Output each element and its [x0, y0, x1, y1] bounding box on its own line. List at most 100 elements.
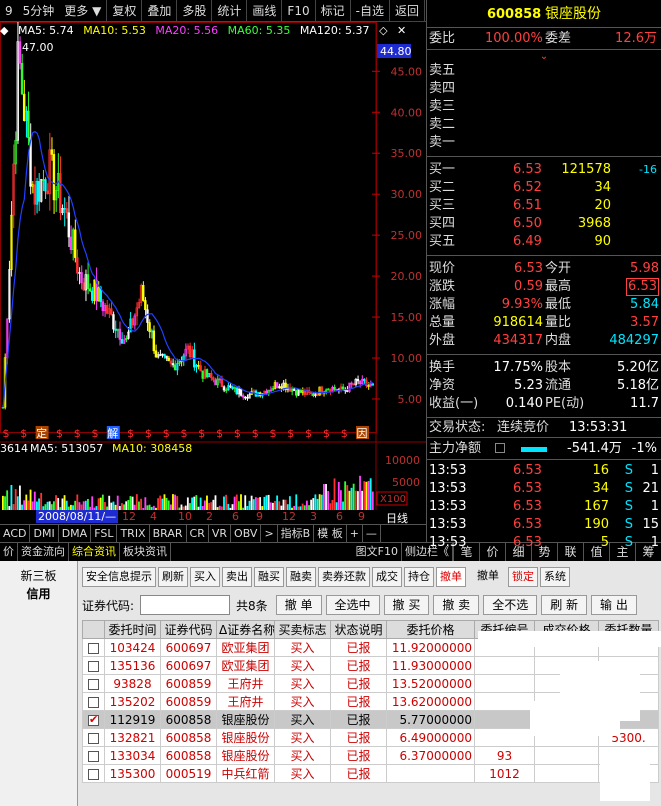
margin-sell-button[interactable]: 融卖: [286, 567, 316, 587]
f10-button[interactable]: F10: [282, 0, 316, 22]
buy-level-row[interactable]: 买四 6.50 3968: [427, 215, 661, 233]
buy-level-row[interactable]: 买三 6.51 20: [427, 197, 661, 215]
more-button[interactable]: 更多 ▼: [59, 0, 108, 22]
sell-button[interactable]: 卖出: [222, 567, 252, 587]
column-header[interactable]: 买卖标志: [274, 620, 331, 639]
row-checkbox[interactable]: [88, 750, 99, 762]
row-checkbox[interactable]: [88, 660, 99, 672]
row-checkbox-cell[interactable]: [82, 764, 105, 783]
row-checkbox-cell[interactable]: [82, 656, 105, 675]
tab-f10[interactable]: 图文F10: [353, 542, 402, 561]
tick-price: 6.53: [513, 517, 542, 532]
tab-credit[interactable]: 信用: [0, 585, 77, 603]
column-header[interactable]: 委托价格: [386, 620, 475, 639]
cancel-button[interactable]: 撤 单: [275, 595, 322, 615]
tab-price[interactable]: 价: [0, 542, 18, 561]
indicator-tab[interactable]: DMA: [59, 524, 92, 543]
column-header[interactable]: Δ证券名称: [216, 620, 275, 639]
volume-bar: [223, 496, 225, 510]
draw-line-button[interactable]: 画线: [247, 0, 283, 22]
tab-news[interactable]: 综合资讯: [69, 542, 120, 561]
row-checkbox-cell[interactable]: [82, 692, 105, 711]
indicator-tab[interactable]: +: [347, 524, 363, 543]
indicator-tab[interactable]: ACD: [0, 524, 31, 543]
cancel-buy-button[interactable]: 撤 买: [383, 595, 430, 615]
export-button[interactable]: 输 出: [591, 595, 637, 615]
indicator-tab[interactable]: OBV: [231, 524, 262, 543]
row-checkbox-cell[interactable]: [82, 728, 105, 747]
close-icon[interactable]: ✕: [397, 24, 406, 37]
row-checkbox[interactable]: [88, 732, 99, 744]
mark-button[interactable]: 标记: [316, 0, 351, 22]
row-checkbox-cell[interactable]: [82, 638, 105, 657]
kline-svg[interactable]: 45.00 40.00 35.00 30.00 25.00 20.00 15.00 10.00…: [0, 20, 426, 510]
row-checkbox[interactable]: [88, 696, 99, 708]
row-checkbox[interactable]: [88, 768, 99, 780]
sell-level-row[interactable]: 卖五: [427, 62, 661, 80]
tab-neeq[interactable]: 新三板: [0, 567, 77, 585]
period-selector[interactable]: 5分钟: [18, 0, 60, 22]
column-header[interactable]: 委托时间: [104, 620, 161, 639]
indicator-tab[interactable]: BRAR: [150, 524, 187, 543]
row-checkbox-cell[interactable]: [82, 674, 105, 693]
column-header[interactable]: 证券代码: [160, 620, 217, 639]
indicator-tab[interactable]: >: [261, 524, 278, 543]
statistics-button[interactable]: 统计: [212, 0, 248, 22]
sell-level-row[interactable]: 卖三: [427, 98, 661, 116]
tab-fund-flow[interactable]: 资金流向: [18, 542, 69, 561]
remove-favorite-button[interactable]: -自选: [351, 0, 390, 22]
indicator-tab[interactable]: FSL: [91, 524, 118, 543]
row-checkbox-cell[interactable]: [82, 710, 105, 729]
menu-icon[interactable]: [495, 443, 505, 453]
margin-buy-button[interactable]: 融买: [254, 567, 284, 587]
kline-chart[interactable]: 45.00 40.00 35.00 30.00 25.00 20.00 15.00 10.00…: [0, 20, 426, 510]
row-checkbox[interactable]: [88, 678, 99, 690]
positions-button[interactable]: 持仓: [404, 567, 434, 587]
system-button[interactable]: 系统: [540, 567, 570, 587]
refresh-list-button[interactable]: 刷 新: [541, 595, 588, 615]
select-all-button[interactable]: 全选中: [325, 595, 380, 615]
indicator-tab[interactable]: CR: [187, 524, 209, 543]
fuquan-button[interactable]: 复权: [107, 0, 143, 22]
volume-bar: [267, 494, 270, 510]
cancel-sell-button[interactable]: 撤 卖: [433, 595, 480, 615]
tab-sector-news[interactable]: 板块资讯: [120, 542, 171, 561]
security-info-button[interactable]: 安全信息提示: [82, 567, 156, 587]
sell-repay-button[interactable]: 卖券还款: [318, 567, 370, 587]
sell-level-row[interactable]: 卖一: [427, 134, 661, 152]
buy-button[interactable]: 买入: [190, 567, 220, 587]
indicator-tab[interactable]: TRIX: [117, 524, 150, 543]
back-button[interactable]: 返回: [390, 0, 425, 22]
volume-bar: [312, 498, 315, 510]
table-row[interactable]: 133034 600858 银座股份 买入 已报 6.37000000 93: [82, 746, 659, 765]
column-header[interactable]: [82, 620, 105, 639]
multi-stock-button[interactable]: 多股: [177, 0, 213, 22]
indicator-tab[interactable]: 指标B: [278, 524, 315, 543]
row-checkbox-cell[interactable]: [82, 746, 105, 765]
security-code-input[interactable]: [140, 595, 231, 615]
buy-level-row[interactable]: 买一 6.53 121578 -16: [427, 161, 661, 179]
net-flow-pct: -1%: [631, 441, 657, 456]
candle-body: [69, 236, 73, 250]
cancel-order-tab[interactable]: 撤单: [436, 567, 466, 587]
candle-body: [112, 314, 115, 330]
column-header[interactable]: 状态说明: [330, 620, 387, 639]
overlay-button[interactable]: 叠加: [142, 0, 178, 22]
indicator-tab[interactable]: DMI: [30, 524, 59, 543]
refresh-button[interactable]: 刷新: [158, 567, 188, 587]
indicator-tab[interactable]: —: [363, 524, 381, 543]
row-checkbox[interactable]: [88, 713, 99, 726]
collapse-toggle[interactable]: ⌄: [427, 50, 661, 62]
chevron-down-icon[interactable]: ⌄: [540, 51, 548, 62]
sell-level-row[interactable]: 卖四: [427, 80, 661, 98]
row-checkbox[interactable]: [88, 642, 99, 654]
deals-button[interactable]: 成交: [372, 567, 402, 587]
table-row[interactable]: 135300000519中兵红箭买入已报10121100.: [82, 764, 659, 783]
buy-level-row[interactable]: 买五 6.49 90: [427, 233, 661, 251]
deselect-all-button[interactable]: 全不选: [483, 595, 538, 615]
indicator-tab[interactable]: 模 板: [314, 524, 347, 543]
buy-level-row[interactable]: 买二 6.52 34: [427, 179, 661, 197]
lock-button[interactable]: 锁定: [508, 567, 538, 587]
sell-level-row[interactable]: 卖二: [427, 116, 661, 134]
indicator-tab[interactable]: VR: [209, 524, 232, 543]
